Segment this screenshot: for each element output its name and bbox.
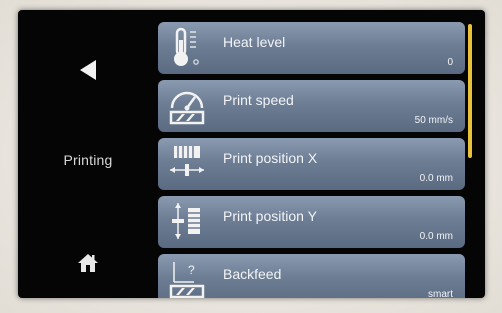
- menu-item-label: Backfeed: [223, 266, 282, 282]
- menu-item-value: 50 mm/s: [414, 115, 453, 126]
- speedometer-icon: [169, 91, 205, 125]
- menu-item-heat-level[interactable]: Heat level 0: [158, 22, 465, 74]
- left-panel: Printing: [18, 10, 158, 298]
- position-y-icon: [172, 203, 200, 239]
- menu-item-print-position-x[interactable]: Print position X 0.0 mm: [158, 138, 465, 190]
- scrollbar[interactable]: [468, 24, 472, 158]
- menu-item-print-position-y[interactable]: Print position Y 0.0 mm: [158, 196, 465, 248]
- back-button[interactable]: [48, 40, 128, 100]
- menu-item-label: Print speed: [223, 92, 294, 108]
- thermometer-icon: [174, 27, 199, 66]
- position-x-icon: [170, 146, 204, 176]
- device-frame: Printing Heat level 0 Print speed 50 mm/…: [0, 0, 502, 313]
- menu-item-print-speed[interactable]: Print speed 50 mm/s: [158, 80, 465, 132]
- status-label: Printing: [63, 152, 113, 168]
- home-icon: [78, 254, 98, 272]
- menu-item-value: 0.0 mm: [419, 173, 453, 184]
- menu-item-backfeed[interactable]: ? Backfeed smart: [158, 254, 465, 298]
- menu-item-value: 0.0 mm: [419, 231, 453, 242]
- menu-item-value: smart: [428, 289, 453, 298]
- home-button[interactable]: [48, 238, 128, 288]
- back-arrow-icon: [80, 60, 96, 80]
- menu-item-label: Print position Y: [223, 208, 317, 224]
- svg-text:?: ?: [188, 263, 195, 277]
- menu-item-label: Print position X: [223, 150, 318, 166]
- display-screen: Printing Heat level 0 Print speed 50 mm/…: [18, 10, 485, 298]
- menu-item-label: Heat level: [223, 34, 286, 50]
- menu-item-value: 0: [447, 57, 453, 68]
- backfeed-icon: ?: [169, 262, 205, 298]
- settings-menu: Heat level 0 Print speed 50 mm/s Print p…: [158, 16, 465, 298]
